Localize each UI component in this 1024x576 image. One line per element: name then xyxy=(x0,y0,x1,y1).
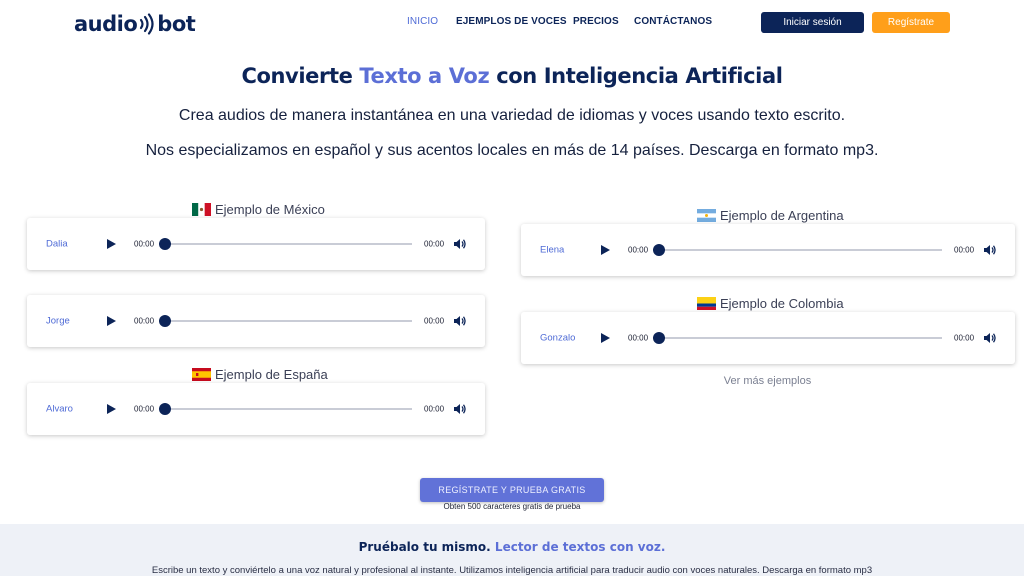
volume-icon[interactable] xyxy=(453,403,467,415)
play-icon[interactable] xyxy=(601,245,610,255)
current-time: 00:00 xyxy=(628,245,649,255)
duration-time: 00:00 xyxy=(424,239,445,249)
colombia-flag-icon xyxy=(697,297,716,310)
hero-subtitle-2: Nos especializamos en español y sus acen… xyxy=(145,142,879,159)
progress-thumb[interactable] xyxy=(159,238,171,250)
example-group-colombia: Ejemplo de Colombia xyxy=(697,296,844,311)
duration-time: 00:00 xyxy=(954,245,975,255)
audio-player-alvaro: Alvaro 00:00 00:00 xyxy=(27,383,485,435)
duration-time: 00:00 xyxy=(424,316,445,326)
hero-subtitle-1: Crea audios de manera instantánea en una… xyxy=(178,107,846,124)
example-group-mexico: Ejemplo de México xyxy=(192,202,325,217)
progress-thumb[interactable] xyxy=(653,244,665,256)
play-icon[interactable] xyxy=(601,333,610,343)
register-button[interactable]: Regístrate xyxy=(872,12,950,33)
progress-thumb[interactable] xyxy=(159,315,171,327)
nav-ejemplos-de-voces[interactable]: EJEMPLOS DE VOCES xyxy=(456,16,567,27)
logo-text-audio: audio xyxy=(74,12,138,36)
play-icon[interactable] xyxy=(107,239,116,249)
sound-wave-icon xyxy=(140,13,154,35)
hero-title-accent: Texto a Voz xyxy=(359,64,490,88)
example-group-argentina: Ejemplo de Argentina xyxy=(697,208,844,223)
try-it-title: Pruébalo tu mismo. Lector de textos con … xyxy=(0,540,1024,554)
try-it-title-accent: Lector de textos con voz. xyxy=(494,540,666,554)
signup-trial-button[interactable]: REGÍSTRATE Y PRUEBA GRATIS xyxy=(420,478,604,502)
hero-title-pre: Convierte xyxy=(241,64,360,88)
login-button[interactable]: Iniciar sesión xyxy=(761,12,864,33)
current-time: 00:00 xyxy=(134,404,155,414)
try-it-description: Escribe un texto y conviértelo a una voz… xyxy=(151,565,873,576)
example-title-argentina: Ejemplo de Argentina xyxy=(720,208,844,223)
progress-track[interactable] xyxy=(164,243,412,245)
progress-track[interactable] xyxy=(658,249,942,251)
hero-title-post: con Inteligencia Artificial xyxy=(489,64,783,88)
play-icon[interactable] xyxy=(107,404,116,414)
duration-time: 00:00 xyxy=(424,404,445,414)
spain-flag-icon xyxy=(192,368,211,381)
audio-player-dalia: Dalia 00:00 00:00 xyxy=(27,218,485,270)
nav-inicio[interactable]: INICIO xyxy=(407,16,438,27)
progress-track[interactable] xyxy=(164,408,412,410)
example-title-espana: Ejemplo de España xyxy=(215,367,328,382)
example-title-colombia: Ejemplo de Colombia xyxy=(720,296,844,311)
audio-player-jorge: Jorge 00:00 00:00 xyxy=(27,295,485,347)
current-time: 00:00 xyxy=(628,333,649,343)
volume-icon[interactable] xyxy=(983,244,997,256)
nav-precios[interactable]: PRECIOS xyxy=(573,16,619,27)
example-group-espana: Ejemplo de España xyxy=(192,367,328,382)
play-icon[interactable] xyxy=(107,316,116,326)
try-it-section: Pruébalo tu mismo. Lector de textos con … xyxy=(0,524,1024,576)
volume-icon[interactable] xyxy=(453,315,467,327)
example-title-mexico: Ejemplo de México xyxy=(215,202,325,217)
progress-thumb[interactable] xyxy=(653,332,665,344)
audio-player-gonzalo: Gonzalo 00:00 00:00 xyxy=(521,312,1015,364)
volume-icon[interactable] xyxy=(983,332,997,344)
current-time: 00:00 xyxy=(134,316,155,326)
nav-contactanos[interactable]: CONTÁCTANOS xyxy=(634,16,712,27)
logo-text-bot: bot xyxy=(157,12,196,36)
page: audio bot INICIO EJEMPLOS DE VOCES PRECI… xyxy=(0,0,1024,576)
voice-name: Elena xyxy=(540,244,565,256)
voice-name: Dalia xyxy=(46,238,68,250)
site-header: audio bot INICIO EJEMPLOS DE VOCES PRECI… xyxy=(0,0,1024,46)
hero-title: Convierte Texto a Voz con Inteligencia A… xyxy=(0,64,1024,88)
audiobot-logo[interactable]: audio bot xyxy=(74,11,196,37)
progress-track[interactable] xyxy=(658,337,942,339)
volume-icon[interactable] xyxy=(453,238,467,250)
audio-player-elena: Elena 00:00 00:00 xyxy=(521,224,1015,276)
trial-note: Obten 500 caracteres gratis de prueba xyxy=(443,502,581,511)
more-examples-link[interactable]: Ver más ejemplos xyxy=(520,375,1015,387)
voice-name: Gonzalo xyxy=(540,332,576,344)
duration-time: 00:00 xyxy=(954,333,975,343)
current-time: 00:00 xyxy=(134,239,155,249)
voice-name: Alvaro xyxy=(46,403,73,415)
progress-track[interactable] xyxy=(164,320,412,322)
try-it-title-pre: Pruébalo tu mismo. xyxy=(358,540,495,554)
argentina-flag-icon xyxy=(697,209,716,222)
voice-name: Jorge xyxy=(46,315,70,327)
mexico-flag-icon xyxy=(192,203,211,216)
progress-thumb[interactable] xyxy=(159,403,171,415)
